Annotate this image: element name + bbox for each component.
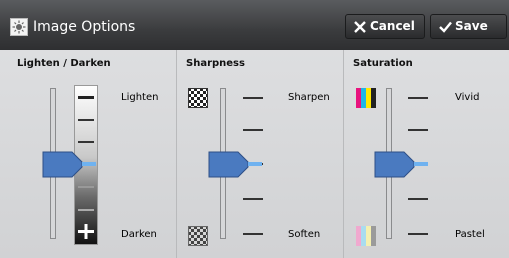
sharpness-slider-handle[interactable]: [208, 151, 264, 178]
saturation-tick: [408, 198, 428, 200]
close-icon: [354, 21, 366, 33]
checkmark-icon: [439, 21, 452, 33]
saturation-tick: [408, 129, 428, 131]
lighten-darken-slider-handle[interactable]: [42, 151, 98, 178]
header-bar: Image Options Cancel Save: [0, 0, 509, 50]
pastel-label: Pastel: [455, 229, 485, 240]
sharpness-tick: [243, 233, 263, 235]
vivid-label: Vivid: [455, 92, 480, 103]
cancel-button[interactable]: Cancel: [345, 14, 425, 39]
saturation-title: Saturation: [353, 58, 413, 69]
sharpness-title: Sharpness: [186, 58, 245, 69]
lighten-label: Lighten: [121, 92, 159, 103]
saturation-tick: [408, 233, 428, 235]
lighten-darken-title: Lighten / Darken: [17, 58, 111, 69]
saturation-slider-handle[interactable]: [374, 151, 430, 178]
save-button[interactable]: Save: [430, 14, 507, 39]
saturation-tick: [408, 97, 428, 99]
sharpness-tick: [243, 198, 263, 200]
sharpness-tick: [243, 97, 263, 99]
lighten-minus-icon: [78, 96, 94, 99]
save-label: Save: [455, 19, 488, 33]
sharpen-label: Sharpen: [288, 92, 330, 103]
image-options-icon: [10, 18, 28, 36]
cancel-label: Cancel: [370, 19, 415, 33]
soften-label: Soften: [288, 229, 321, 240]
sharpness-tick: [243, 129, 263, 131]
darken-label: Darken: [121, 229, 157, 240]
sharpness-panel: Sharpness Sharpen Soften: [177, 50, 344, 258]
saturation-panel: Saturation Vivid Pastel: [344, 50, 509, 258]
pastel-sample-icon: [356, 226, 376, 246]
vivid-sample-icon: [356, 88, 376, 108]
lighten-darken-panel: Lighten / Darken Lighten Darken: [0, 50, 177, 258]
page-title: Image Options: [33, 19, 136, 35]
soften-sample-icon: [188, 226, 208, 246]
sharpen-sample-icon: [188, 88, 208, 108]
image-options-dialog: Image Options Cancel Save Lighten / Dark…: [0, 0, 509, 258]
